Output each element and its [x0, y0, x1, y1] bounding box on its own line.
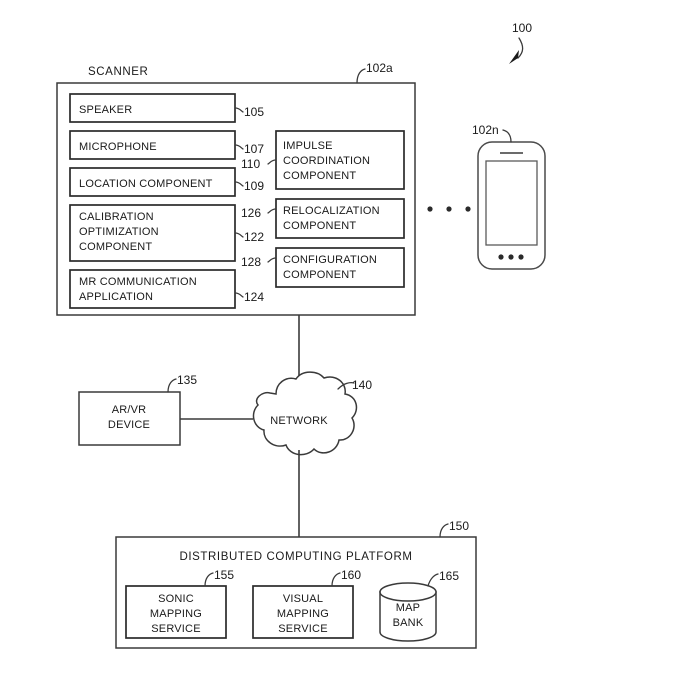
component-location[interactable]: LOCATION COMPONENT 109 [69, 167, 264, 197]
component-impulse-coordination-label-3: COMPONENT [283, 170, 356, 182]
mobile-device[interactable]: 102n [472, 123, 546, 270]
patent-figure: 100 SCANNER 102a SPEAKER 105 MICROPHONE … [0, 0, 680, 682]
scanner-title: SCANNER [88, 66, 148, 78]
arvr-device-ref: 135 [177, 373, 197, 387]
ellipsis-dot-1 [427, 206, 433, 212]
component-configuration-ref: 128 [241, 255, 261, 269]
mobile-device-ref: 102n [472, 123, 499, 137]
ellipsis-dot-3 [465, 206, 471, 212]
component-impulse-coordination-ref: 110 [241, 157, 260, 171]
component-configuration-label-2: COMPONENT [283, 269, 356, 281]
mobile-device-ref-leader [502, 129, 512, 143]
component-impulse-coordination-label-2: COORDINATION [283, 155, 370, 167]
component-mr-communication-application-ref: 124 [244, 290, 264, 304]
component-calibration-optimization-label-2: OPTIMIZATION [79, 226, 159, 238]
scanner-ref-leader [356, 68, 366, 84]
component-impulse-coordination-label-1: IMPULSE [283, 140, 333, 152]
service-sonic-mapping-ref: 155 [214, 568, 234, 582]
component-speaker-ref: 105 [244, 105, 264, 119]
component-speaker[interactable]: SPEAKER 105 [69, 93, 264, 123]
component-relocalization-ref: 126 [241, 206, 261, 220]
arvr-device-label-2: DEVICE [108, 419, 150, 431]
platform-ref-leader [439, 523, 449, 538]
service-visual-mapping-ref: 160 [341, 568, 361, 582]
service-visual-mapping-label-2: MAPPING [277, 608, 329, 620]
component-calibration-optimization[interactable]: CALIBRATION OPTIMIZATION COMPONENT 122 [69, 204, 264, 262]
device-ellipsis [427, 206, 471, 212]
database-map-bank-ref: 165 [439, 569, 459, 583]
component-mr-communication-application-label-2: APPLICATION [79, 291, 153, 303]
network-cloud-label: NETWORK [270, 415, 328, 427]
mobile-device-button-1-icon[interactable] [498, 254, 504, 260]
service-visual-mapping-label-3: SERVICE [278, 623, 328, 635]
figure-canvas: 100 SCANNER 102a SPEAKER 105 MICROPHONE … [56, 21, 546, 649]
mobile-device-screen [485, 160, 538, 246]
ellipsis-dot-2 [446, 206, 452, 212]
figure-ref-arrowhead [509, 50, 519, 64]
database-map-bank-label-1: MAP [396, 602, 420, 614]
component-mr-communication-application-label-1: MR COMMUNICATION [79, 276, 197, 288]
component-configuration-label-1: CONFIGURATION [283, 254, 377, 266]
platform-ref: 150 [449, 519, 469, 533]
figure-ref-callout: 100 [509, 21, 532, 64]
component-calibration-optimization-ref: 122 [244, 230, 264, 244]
component-calibration-optimization-label-1: CALIBRATION [79, 211, 154, 223]
component-calibration-optimization-label-3: COMPONENT [79, 241, 152, 253]
network-cloud[interactable]: NETWORK 140 [252, 371, 372, 456]
platform-title: DISTRIBUTED COMPUTING PLATFORM [179, 551, 412, 563]
component-location-label: LOCATION COMPONENT [79, 178, 213, 190]
arvr-device-label-1: AR/VR [112, 404, 147, 416]
component-speaker-label: SPEAKER [79, 104, 132, 116]
component-microphone[interactable]: MICROPHONE 107 [69, 130, 264, 160]
figure-ref-leader [517, 37, 524, 59]
component-microphone-label: MICROPHONE [79, 141, 157, 153]
service-sonic-mapping-label-1: SONIC [158, 593, 194, 605]
distributed-computing-platform[interactable]: DISTRIBUTED COMPUTING PLATFORM 150 SONIC… [115, 519, 477, 649]
mobile-device-button-2-icon[interactable] [508, 254, 514, 260]
network-cloud-shape[interactable] [252, 371, 358, 456]
component-relocalization-label-2: COMPONENT [283, 220, 356, 232]
component-location-ref: 109 [244, 179, 264, 193]
component-relocalization-label-1: RELOCALIZATION [283, 205, 380, 217]
scanner-ref-label: 102a [366, 61, 393, 75]
network-ref: 140 [352, 378, 372, 392]
database-map-bank-label-2: BANK [393, 617, 424, 629]
service-visual-mapping-label-1: VISUAL [283, 593, 323, 605]
component-microphone-ref: 107 [244, 142, 264, 156]
arvr-device[interactable]: AR/VR DEVICE 135 [78, 373, 197, 446]
component-mr-communication-application[interactable]: MR COMMUNICATION APPLICATION 124 [69, 269, 264, 309]
service-sonic-mapping-label-3: SERVICE [151, 623, 201, 635]
figure-ref-label: 100 [512, 21, 532, 35]
service-sonic-mapping-label-2: MAPPING [150, 608, 202, 620]
scanner-ref-callout: 102a [356, 61, 393, 84]
arvr-device-ref-leader [167, 378, 177, 393]
mobile-device-button-3-icon[interactable] [518, 254, 524, 260]
